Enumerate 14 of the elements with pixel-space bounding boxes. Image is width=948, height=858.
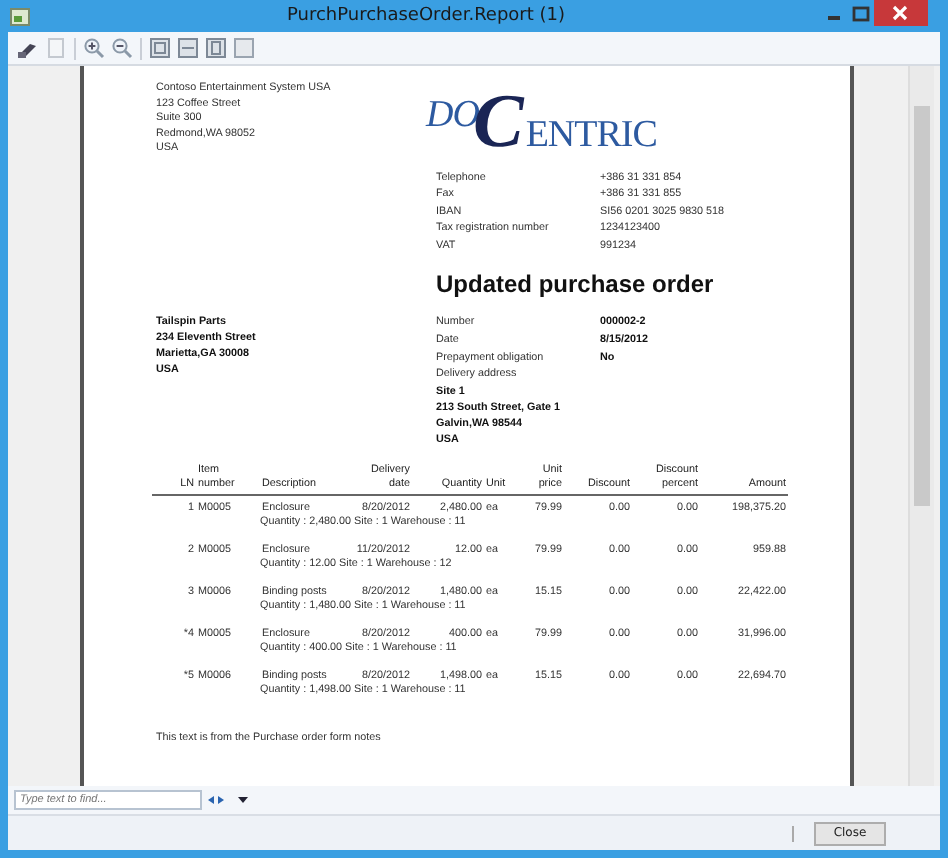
find-arrows-icon[interactable] (206, 794, 250, 806)
zoom-in-icon[interactable] (82, 36, 106, 60)
vertical-scrollbar[interactable] (908, 66, 934, 786)
window-title: PurchPurchaseOrder.Report (1) (284, 6, 568, 26)
close-button[interactable] (874, 0, 928, 26)
fit-width-icon[interactable] (176, 36, 200, 60)
document-title: Updated purchase order (436, 270, 716, 298)
single-page-icon[interactable] (204, 36, 228, 60)
fit-page-icon[interactable] (148, 36, 172, 60)
logo-text: ENTRIC (525, 113, 657, 158)
maximize-button[interactable] (848, 4, 872, 24)
app-icon (10, 7, 30, 25)
logo-letter: C (472, 85, 524, 158)
zoom-out-icon[interactable] (110, 36, 134, 60)
